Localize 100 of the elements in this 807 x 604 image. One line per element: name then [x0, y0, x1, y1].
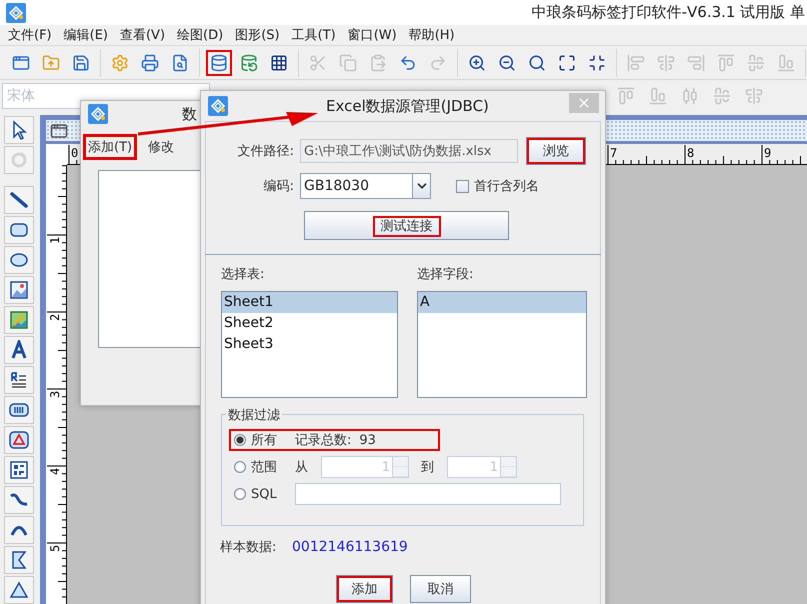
grid-icon — [270, 54, 288, 72]
window-icon — [12, 54, 30, 72]
align-icon — [627, 54, 645, 72]
radio-button[interactable] — [234, 488, 246, 500]
drawing-tool-button[interactable] — [4, 366, 34, 394]
dialog-button[interactable]: 添加 — [336, 575, 393, 603]
menu-item[interactable]: 绘图(D) — [171, 26, 230, 44]
list-item[interactable]: Sheet1 — [222, 292, 397, 313]
qr-code-icon — [9, 460, 29, 480]
field-label: 文件路径: — [236, 143, 294, 160]
align-icon — [687, 54, 705, 72]
drawing-tool-button[interactable] — [4, 186, 34, 214]
drawing-tool-button[interactable] — [4, 546, 34, 574]
align-icon — [657, 54, 675, 72]
list-label: 选择表: — [221, 266, 266, 283]
list-item[interactable]: A — [418, 292, 586, 313]
undo-icon — [399, 54, 417, 72]
browse-button[interactable]: 浏览 — [526, 137, 586, 165]
ruler-number: 9 — [764, 146, 772, 160]
database-icon — [210, 54, 228, 72]
radio-button[interactable] — [234, 461, 246, 473]
radio-button[interactable] — [234, 434, 246, 446]
image-icon — [9, 310, 29, 330]
ruler-number: 4 — [48, 468, 62, 475]
radio-label: 所有 — [251, 432, 278, 449]
printer-icon — [141, 54, 159, 72]
toolbar-button[interactable] — [206, 50, 232, 76]
test-connection-button[interactable]: 测试连接 — [304, 211, 509, 240]
drawing-tool-button[interactable] — [4, 516, 34, 544]
text-tool-icon — [9, 340, 29, 360]
image-icon — [9, 280, 29, 300]
drawing-tool-button[interactable] — [4, 456, 34, 484]
fit-icon — [558, 54, 576, 72]
align-icon — [745, 87, 763, 105]
ruler-number: 5 — [48, 544, 62, 552]
group-title: 数据过滤 — [226, 406, 282, 424]
zoom-out-icon — [498, 54, 516, 72]
drawing-tool-button[interactable] — [4, 116, 34, 144]
data-source-list[interactable] — [98, 170, 201, 348]
field-label: 从 — [295, 459, 309, 476]
drawing-tool-button[interactable] — [4, 576, 34, 604]
menu-item[interactable]: 帮助(H) — [402, 26, 461, 44]
drawing-tool-button[interactable] — [4, 336, 34, 364]
drawing-tool-button[interactable] — [4, 396, 34, 424]
ruler-number: 1 — [48, 236, 62, 244]
list-label: 选择字段: — [417, 266, 474, 283]
dropdown-button[interactable] — [412, 174, 430, 198]
toolbar-button[interactable]: 修改 — [143, 134, 180, 160]
drawing-tool-button[interactable] — [4, 486, 34, 514]
fit-icon — [588, 54, 606, 72]
zoom-in-icon — [468, 54, 486, 72]
app-logo-icon — [208, 96, 228, 116]
redo-icon — [429, 54, 447, 72]
radio-label: SQL — [251, 486, 278, 502]
field-label: 到 — [421, 459, 435, 476]
menu-item[interactable]: 编辑(E) — [58, 26, 114, 44]
rich-text-icon — [9, 370, 29, 390]
menu-item[interactable]: 查看(V) — [114, 26, 172, 44]
field-label: 编码: — [262, 178, 294, 195]
window-title: 中琅条码标签打印软件-V6.3.1 试用版 单 — [532, 3, 805, 22]
drawing-tool-button[interactable] — [4, 246, 34, 274]
ruler-number: 3 — [48, 390, 62, 398]
document-icon — [50, 122, 68, 140]
document-search-icon — [171, 54, 189, 72]
dialog-button[interactable]: 取消 — [410, 575, 471, 603]
menu-item[interactable]: 窗口(W) — [342, 26, 403, 44]
align-icon — [713, 87, 731, 105]
toolbar-button[interactable]: 添加(T) — [83, 134, 138, 160]
ruler-number: 2 — [48, 314, 62, 321]
sql-field[interactable] — [295, 483, 561, 505]
checkbox[interactable] — [456, 180, 469, 192]
encoding-dropdown[interactable]: GB18030 — [300, 173, 431, 199]
ruler-number: 0 — [71, 146, 78, 160]
app-logo-icon — [88, 104, 108, 124]
menu-item[interactable]: 工具(T) — [286, 26, 342, 44]
save-icon — [72, 54, 90, 72]
line-icon — [9, 190, 29, 210]
drawing-tool-button[interactable] — [4, 216, 34, 244]
menu-item[interactable]: 文件(F) — [2, 26, 58, 44]
scissors-icon — [309, 54, 327, 72]
count-label: 记录总数: — [295, 432, 352, 449]
align-icon — [717, 54, 735, 72]
list-item[interactable]: Sheet2 — [222, 313, 397, 334]
ruler-number: 7 — [610, 146, 618, 160]
sample-value: 0012146113619 — [292, 539, 408, 555]
drawing-tool-button[interactable] — [4, 426, 34, 454]
align-icon — [747, 54, 765, 72]
rotate-icon — [9, 150, 29, 170]
triangle-icon — [9, 580, 29, 600]
align-icon — [649, 87, 667, 105]
field-label: 样本数据: — [220, 539, 278, 556]
file-path-field[interactable]: G:\中琅工作\测试\防伪数据.xlsx — [300, 139, 518, 163]
folder-icon — [42, 54, 60, 72]
app-logo-icon — [6, 2, 26, 22]
list-item[interactable]: Sheet3 — [222, 334, 397, 355]
copy-icon — [339, 54, 357, 72]
drawing-tool-button[interactable] — [4, 276, 34, 304]
menu-item[interactable]: 图形(S) — [229, 26, 286, 44]
align-icon — [617, 87, 635, 105]
radio-label: 范围 — [251, 459, 278, 476]
